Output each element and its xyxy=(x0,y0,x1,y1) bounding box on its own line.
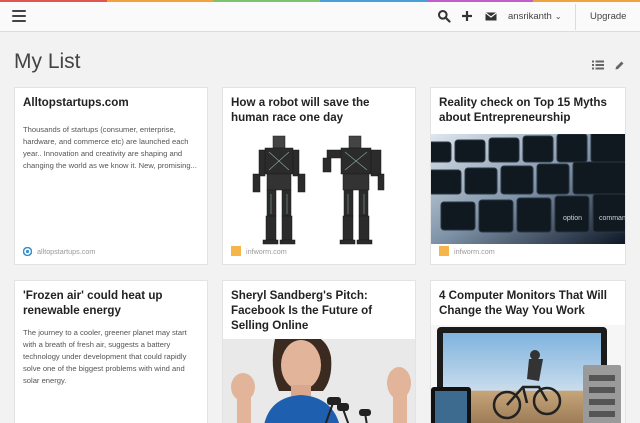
keyboard-image: option command xyxy=(431,134,625,244)
search-icon[interactable] xyxy=(437,9,451,23)
plus-icon[interactable] xyxy=(460,9,474,23)
card-title[interactable]: 4 Computer Monitors That Will Change the… xyxy=(439,288,617,318)
monitors-image xyxy=(431,325,625,423)
list-view-icon[interactable] xyxy=(592,60,604,70)
source-domain: infworm.com xyxy=(246,246,287,256)
alltop-favicon-icon xyxy=(23,247,32,256)
list-item[interactable]: Alltopstartups.com Thousands of startups… xyxy=(14,87,208,265)
card-title[interactable]: Sheryl Sandberg's Pitch: Facebook Is the… xyxy=(231,288,407,333)
page-title: My List xyxy=(14,50,81,73)
card-source[interactable]: infworm.com xyxy=(439,246,495,256)
chevron-down-icon: ⌄ xyxy=(554,12,562,21)
user-menu[interactable]: ansrikanth ⌄ xyxy=(508,11,562,22)
list-item[interactable]: Sheryl Sandberg's Pitch: Facebook Is the… xyxy=(222,280,416,423)
card-title[interactable]: How a robot will save the human race one… xyxy=(231,95,407,125)
infworm-favicon-icon xyxy=(231,246,241,256)
divider xyxy=(575,4,576,30)
source-domain: infworm.com xyxy=(454,246,495,256)
infworm-favicon-icon xyxy=(439,246,449,256)
envelope-icon[interactable] xyxy=(484,9,498,23)
card-excerpt: Thousands of startups (consumer, enterpr… xyxy=(23,125,197,170)
pencil-icon[interactable] xyxy=(614,60,625,71)
card-source[interactable]: alltopstartups.com xyxy=(23,247,95,256)
upgrade-link[interactable]: Upgrade xyxy=(590,11,626,22)
card-excerpt: The journey to a cooler, greener planet … xyxy=(23,328,187,385)
card-source[interactable]: infworm.com xyxy=(231,246,287,256)
robots-image xyxy=(223,130,415,248)
list-item[interactable]: 'Frozen air' could heat up renewable ene… xyxy=(14,280,208,423)
list-item[interactable]: Reality check on Top 15 Myths about Entr… xyxy=(430,87,626,265)
top-bar: ansrikanth ⌄ Upgrade xyxy=(0,2,640,32)
card-title[interactable]: 'Frozen air' could heat up renewable ene… xyxy=(23,288,199,318)
key-option-label: option xyxy=(563,215,582,222)
speaker-image xyxy=(223,339,415,423)
key-command-label: command xyxy=(599,215,625,222)
source-domain: alltopstartups.com xyxy=(37,247,96,256)
card-title[interactable]: Alltopstartups.com xyxy=(23,95,199,110)
card-title[interactable]: Reality check on Top 15 Myths about Entr… xyxy=(439,95,617,125)
list-item[interactable]: 4 Computer Monitors That Will Change the… xyxy=(430,280,626,423)
hamburger-icon[interactable] xyxy=(12,10,26,22)
username: ansrikanth xyxy=(508,11,552,22)
list-item[interactable]: How a robot will save the human race one… xyxy=(222,87,416,265)
